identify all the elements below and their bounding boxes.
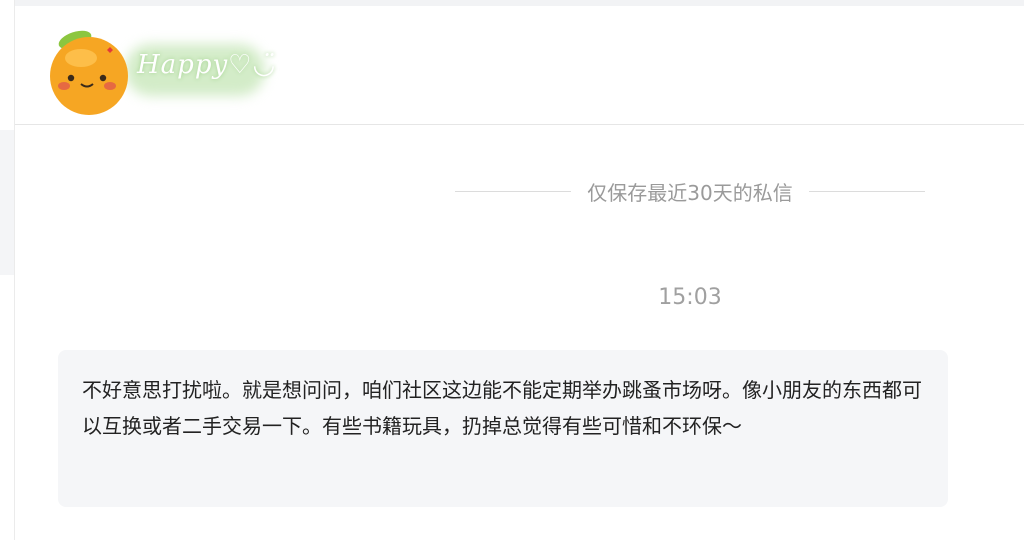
retention-notice: 仅保存最近30天的私信 [455, 175, 926, 207]
chat-header: Happy♡◡̈ [15, 6, 1024, 125]
notice-divider-right [808, 190, 926, 192]
message-text: 不好意思打扰啦。就是想问问，咱们社区这边能不能定期举办跳蚤市场呀。像小朋友的东西… [82, 378, 922, 438]
orange-mascot-icon [50, 30, 128, 115]
message-timestamp: 15:03 [658, 285, 722, 310]
avatar[interactable]: Happy♡◡̈ [37, 16, 275, 116]
chat-window: Happy♡◡̈ 仅保存最近30天的私信 15:03 不好意思打扰啦。就是想问问… [0, 0, 1024, 540]
notice-divider-left [455, 190, 572, 192]
message-bubble[interactable]: 不好意思打扰啦。就是想问问，咱们社区这边能不能定期举办跳蚤市场呀。像小朋友的东西… [58, 350, 948, 507]
avatar-text: Happy♡◡̈ [137, 50, 277, 80]
retention-notice-text: 仅保存最近30天的私信 [587, 180, 793, 205]
left-rail-selected[interactable] [0, 130, 14, 275]
